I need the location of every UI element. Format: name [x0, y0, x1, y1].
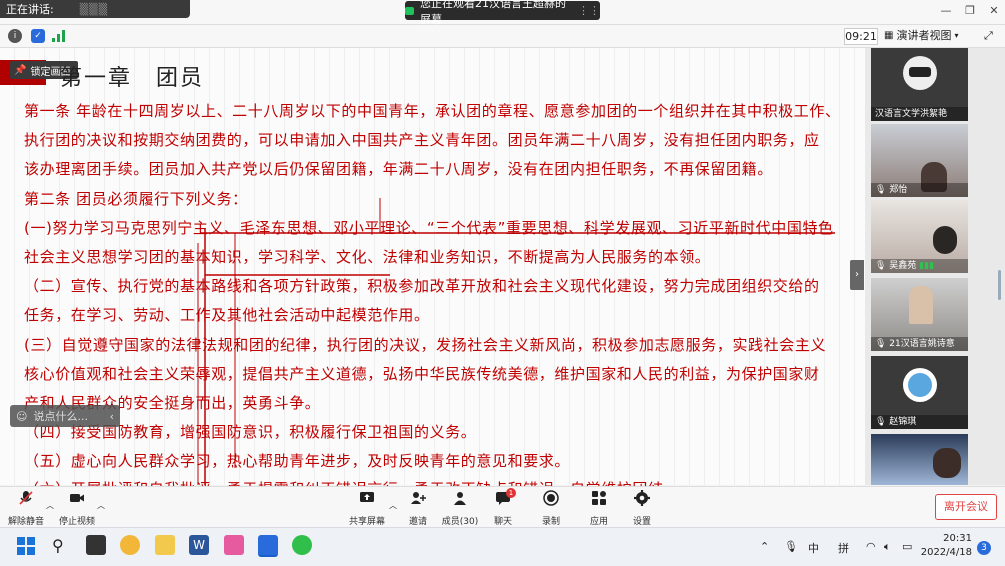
participant-name: 🎙︎ 赵锦琪 — [871, 415, 968, 429]
signal-bars-icon[interactable] — [52, 30, 66, 45]
avatar — [903, 368, 937, 402]
file-explorer-icon[interactable] — [155, 535, 175, 555]
speaking-names-blurred: ▒▒▒ — [79, 2, 109, 16]
speaking-label: 正在讲话: — [6, 3, 54, 16]
gear-icon — [634, 490, 650, 506]
participant-video — [933, 448, 961, 478]
wechat-icon[interactable] — [292, 535, 312, 555]
clock-time: 20:31 — [943, 533, 972, 544]
speaking-indicator: 正在讲话: ▒▒▒ — [0, 0, 190, 18]
notification-badge[interactable]: 3 — [977, 541, 991, 555]
volume-icon[interactable]: 🔈︎ — [884, 540, 891, 554]
microphone-icon[interactable]: 🎙︎ — [784, 540, 798, 553]
doraemon-icon — [908, 373, 932, 397]
wifi-icon[interactable]: ◠ — [866, 540, 876, 553]
chevron-up-icon[interactable]: ⌃ — [760, 540, 769, 553]
security-shield-icon[interactable]: ✓ — [31, 29, 45, 43]
muted-mic-icon: 🎙︎ — [875, 185, 890, 195]
windows-taskbar — [0, 527, 1005, 566]
participant-tile[interactable] — [871, 434, 968, 485]
word-app-icon[interactable]: W — [189, 535, 209, 555]
chat-label: 聊天 — [493, 517, 512, 527]
comment-input[interactable]: ☺ 说点什么... ‹ — [10, 405, 120, 427]
app-icon-pink[interactable] — [224, 535, 244, 555]
audio-level-icon: ▮▮▮ — [916, 261, 935, 271]
settings-button[interactable]: 设置 — [617, 490, 667, 527]
muted-mic-icon: 🎙︎ — [875, 339, 890, 349]
clock-date: 2022/4/18 — [920, 547, 972, 558]
close-icon[interactable]: ✕ — [986, 4, 1002, 18]
search-icon[interactable]: ⚲ — [52, 536, 64, 555]
participant-video — [933, 226, 957, 254]
meeting-timer: 09:21 — [844, 28, 878, 45]
share-banner-text: 您正在观看21汉语言王超赫的屏幕 — [420, 0, 567, 26]
grid-icon: ▦ — [884, 30, 894, 41]
avatar — [903, 56, 937, 90]
chevron-left-icon[interactable]: ‹ — [110, 410, 114, 423]
record-button[interactable]: 录制 — [526, 490, 576, 527]
share-screen-label: 共享屏幕 — [348, 517, 385, 527]
participant-tile[interactable]: 🎙︎ 吴鑫苑 ▮▮▮ — [871, 200, 968, 273]
minimize-icon[interactable]: — — [938, 4, 954, 18]
participant-name: 🎙︎ 21汉语言姚诗意 — [871, 337, 968, 351]
unmute-label: 解除静音 — [7, 517, 44, 527]
muted-mic-icon: 🎙︎ — [875, 261, 890, 271]
restore-icon[interactable]: ❐ — [962, 4, 978, 18]
screen-share-banner[interactable]: 您正在观看21汉语言王超赫的屏幕 ⋮⋮ — [405, 0, 600, 26]
share-screen-icon — [360, 492, 374, 502]
chevron-up-icon[interactable]: ︿ — [97, 500, 105, 511]
record-label: 录制 — [541, 517, 560, 527]
video-camera-icon — [70, 494, 84, 502]
comment-placeholder: 说点什么... — [33, 410, 88, 423]
members-icon — [454, 492, 466, 505]
collapse-panel-button[interactable]: › — [850, 260, 864, 290]
muted-mic-icon: 🎙︎ — [875, 417, 890, 427]
chat-button[interactable]: 聊天 — [478, 490, 528, 527]
mask-icon — [909, 67, 931, 77]
settings-label: 设置 — [632, 517, 651, 527]
taskbar-clock[interactable]: 20:31 2022/4/18 — [920, 532, 972, 560]
participant-tile[interactable]: 🎙︎ 赵锦琪 — [871, 356, 968, 429]
share-screen-button[interactable]: 共享屏幕 — [342, 490, 392, 527]
participant-name: 🎙︎ 郑怡 — [871, 183, 968, 197]
muted-microphone-icon — [19, 491, 33, 505]
fullscreen-icon[interactable]: ⤢ — [984, 29, 993, 43]
unmute-button[interactable]: 解除静音 — [1, 490, 51, 527]
participant-tile[interactable]: 汉语言文学洪絮艳 — [871, 48, 968, 121]
participant-name: 🎙︎ 吴鑫苑 ▮▮▮ — [871, 259, 968, 273]
tencent-meeting-icon[interactable] — [258, 535, 278, 557]
chevron-down-icon: ▾ — [954, 31, 959, 40]
record-icon — [543, 490, 559, 506]
participant-video — [909, 286, 933, 324]
participant-tile[interactable]: 🎙︎ 21汉语言姚诗意 — [871, 278, 968, 351]
info-icon[interactable]: i — [8, 29, 22, 43]
participant-tile[interactable]: 🎙︎ 郑怡 — [871, 124, 968, 197]
stop-video-button[interactable]: 停止视频 — [52, 490, 102, 527]
chat-unread-badge: 1 — [506, 488, 516, 498]
presenter-view-dropdown[interactable]: ▦ 演讲者视图 ▾ — [884, 28, 970, 43]
windows-start-icon[interactable] — [17, 537, 35, 558]
task-view-icon[interactable] — [86, 535, 106, 555]
smile-icon: ☺ — [16, 409, 28, 423]
stop-video-label: 停止视频 — [58, 517, 95, 527]
presenter-view-label: 演讲者视图 — [896, 29, 952, 42]
annotation-layer — [197, 198, 835, 485]
drag-handle-icon[interactable]: ⋮⋮ — [578, 4, 600, 17]
browser-app-icon[interactable] — [120, 535, 140, 555]
ime-mode[interactable]: 拼 — [838, 540, 849, 556]
panel-scrollbar[interactable] — [998, 270, 1001, 300]
apps-grid-icon — [592, 491, 606, 505]
participant-name: 汉语言文学洪絮艳 — [871, 107, 968, 121]
screen-share-icon — [405, 6, 415, 15]
invite-user-icon — [411, 492, 426, 504]
ime-language[interactable]: 中 — [808, 540, 819, 556]
leave-meeting-button[interactable]: 离开会议 — [935, 494, 997, 520]
battery-icon[interactable]: ▭ — [902, 540, 912, 553]
